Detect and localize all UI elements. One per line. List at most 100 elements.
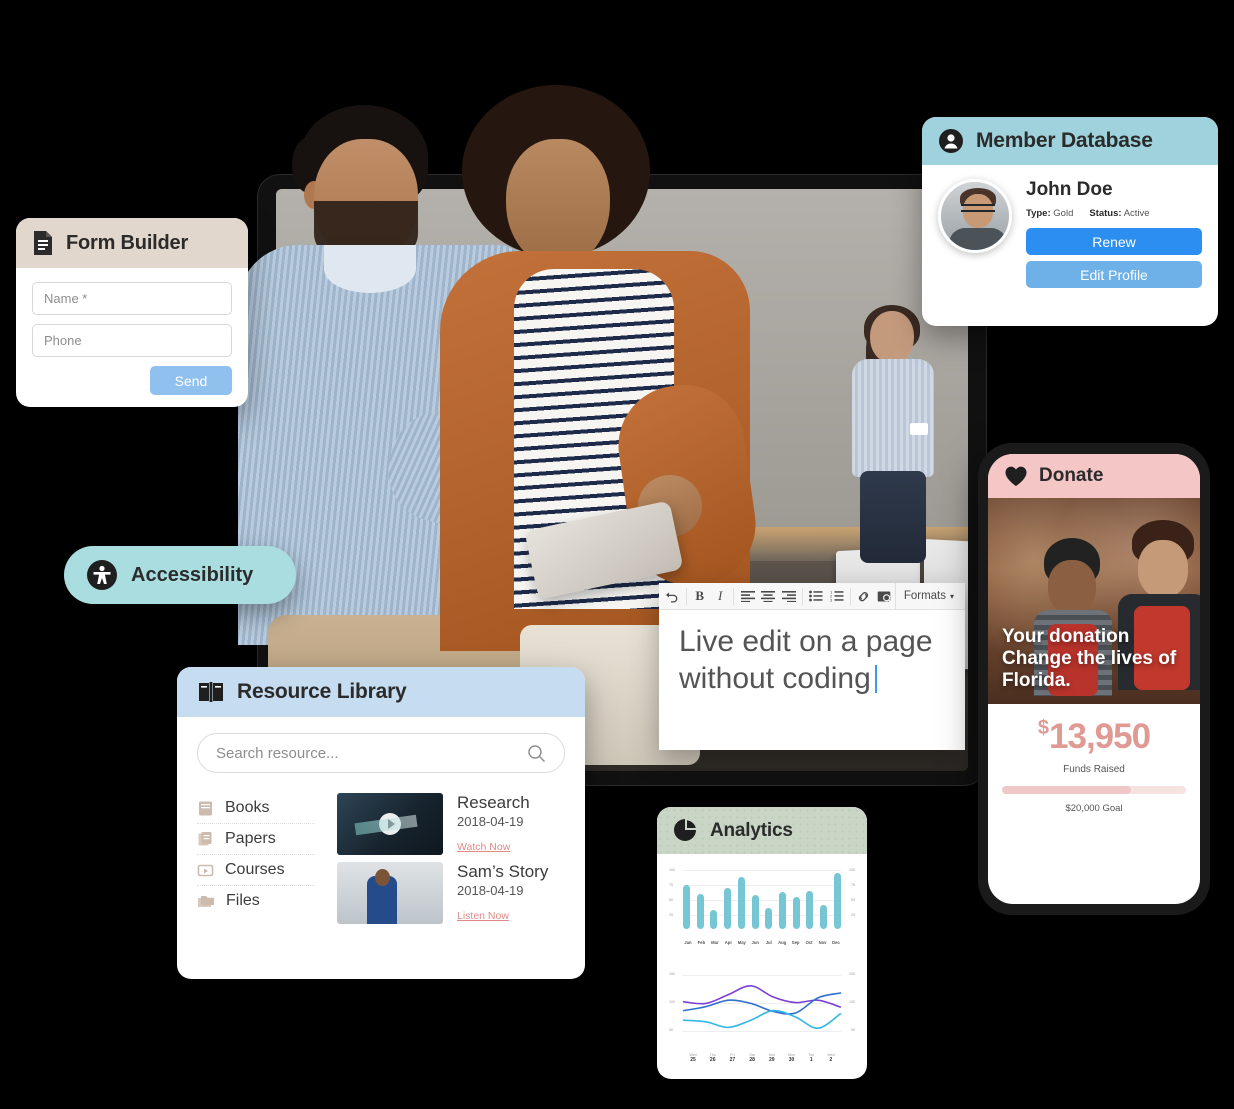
bar — [751, 894, 759, 929]
analytics-header: Analytics — [657, 807, 867, 854]
listen-now-link[interactable]: Listen Now — [457, 910, 509, 922]
edit-profile-button[interactable]: Edit Profile — [1026, 261, 1202, 288]
category-courses[interactable]: Courses — [197, 855, 315, 886]
watch-now-link[interactable]: Watch Now — [457, 841, 510, 853]
bold-icon[interactable]: B — [689, 584, 710, 609]
member-status: Status: Active — [1089, 208, 1150, 219]
category-books[interactable]: Books — [197, 793, 315, 824]
bar — [724, 887, 732, 929]
member-type: Type: Gold — [1026, 208, 1074, 219]
search-icon[interactable] — [527, 744, 546, 763]
line-x-tick: Sat 28 — [749, 1053, 755, 1063]
bar-x-tick: Dec — [832, 940, 840, 945]
category-label: Courses — [225, 861, 285, 878]
category-papers[interactable]: Papers — [197, 824, 315, 855]
search-placeholder: Search resource... — [216, 744, 339, 762]
funds-raised-label: Funds Raised — [1063, 764, 1125, 775]
analytics-card: Analytics Jan Feb Mar Apr May Jun Jul Aug Sep Oct… — [657, 807, 867, 1079]
bar-x-tick: May — [737, 940, 746, 945]
renew-button[interactable]: Renew — [1026, 228, 1202, 255]
bar-y-tick-right: 75 — [851, 883, 855, 887]
donate-header: Donate — [988, 454, 1200, 498]
bar-y-tick-right: 100 — [849, 868, 855, 872]
phone-field[interactable]: Phone — [32, 324, 232, 357]
bar — [737, 877, 745, 929]
bar — [710, 910, 718, 929]
undo-icon[interactable] — [662, 584, 683, 609]
member-database-card: Member Database John Doe Type: Gold Stat… — [922, 117, 1218, 326]
image-icon[interactable] — [874, 584, 895, 609]
align-left-icon[interactable] — [737, 584, 758, 609]
resource-library-title: Resource Library — [237, 680, 407, 703]
line-x-tick: Mon 30 — [788, 1053, 796, 1063]
list-item[interactable]: Sam’s Story 2018-04-19 Listen Now — [337, 862, 565, 924]
bar — [792, 896, 800, 929]
link-icon[interactable] — [854, 584, 875, 609]
resource-date: 2018-04-19 — [457, 882, 524, 898]
bar — [820, 905, 828, 929]
document-icon — [32, 230, 54, 256]
donate-screen: Donate Your donation Change the lives of… — [988, 454, 1200, 904]
formats-dropdown[interactable]: Formats ▾ — [894, 582, 962, 610]
line-series — [682, 1009, 842, 1029]
line-chart: 150 100 50 150 100 50 Wed 25 Thu 26 Fri 27 Sat… — [669, 971, 855, 1063]
text-caret — [874, 664, 877, 693]
line-y-tick-right: 50 — [851, 1028, 855, 1032]
resource-meta: Research 2018-04-19 Watch Now — [457, 793, 530, 855]
send-button[interactable]: Send — [150, 366, 232, 395]
hero-composition: Form Builder Name * Phone Send Member Da… — [0, 0, 1234, 1109]
member-database-title: Member Database — [976, 129, 1153, 152]
line-y-tick: 100 — [669, 1000, 675, 1004]
member-avatar — [938, 179, 1012, 253]
editor-content-area[interactable]: Live edit on a page without coding — [659, 610, 965, 711]
member-database-body: John Doe Type: Gold Status: Active Renew… — [922, 165, 1218, 308]
category-label: Files — [226, 892, 260, 909]
bar — [696, 893, 704, 929]
resource-thumbnail[interactable] — [337, 862, 443, 924]
play-icon[interactable] — [379, 813, 401, 835]
donate-phone-device: Donate Your donation Change the lives of… — [978, 443, 1210, 915]
list-item[interactable]: Research 2018-04-19 Watch Now — [337, 793, 565, 855]
accessibility-badge[interactable]: Accessibility — [64, 546, 296, 604]
bar — [765, 908, 773, 929]
resource-thumbnail[interactable] — [337, 793, 443, 855]
book-icon — [197, 800, 214, 817]
svg-text:3: 3 — [830, 597, 833, 602]
resource-title: Sam’s Story — [457, 862, 549, 881]
rich-text-editor: B I 123 Formats ▾ Live edit on a page wi… — [659, 582, 965, 750]
align-right-icon[interactable] — [778, 584, 799, 609]
funds-raised-amount: $13,950 — [1002, 718, 1186, 754]
bar-x-tick: Feb — [697, 940, 706, 945]
category-files[interactable]: Files — [197, 886, 315, 916]
align-center-icon[interactable] — [758, 584, 779, 609]
numbered-list-icon[interactable]: 123 — [826, 584, 847, 609]
category-label: Books — [225, 799, 270, 816]
papers-icon — [197, 831, 214, 848]
pie-chart-icon — [673, 818, 698, 843]
bar-chart-x-labels: Jan Feb Mar Apr May Jun Jul Aug Sep Oct Nov Dec — [683, 940, 841, 945]
bullet-list-icon[interactable] — [806, 584, 827, 609]
bar — [779, 892, 787, 929]
form-builder-card: Form Builder Name * Phone Send — [16, 218, 248, 407]
line-y-tick: 150 — [669, 972, 675, 976]
name-field[interactable]: Name * — [32, 282, 232, 315]
line-x-tick: Tue 1 — [808, 1053, 815, 1063]
bar-x-tick: Apr — [724, 940, 732, 945]
italic-icon[interactable]: I — [710, 584, 731, 609]
line-x-tick: Wed 2 — [827, 1053, 835, 1063]
open-book-icon — [197, 680, 225, 704]
member-details: John Doe Type: Gold Status: Active Renew… — [1026, 179, 1202, 294]
line-y-tick-right: 100 — [849, 1000, 855, 1004]
resource-date: 2018-04-19 — [457, 813, 524, 829]
progress-fill — [1002, 786, 1131, 794]
line-y-tick: 50 — [669, 1028, 673, 1032]
resource-library-header: Resource Library — [177, 667, 585, 717]
bar — [806, 891, 814, 929]
search-resource-input[interactable]: Search resource... — [197, 733, 565, 773]
line-y-tick-right: 150 — [849, 972, 855, 976]
amount-value: 13,950 — [1049, 717, 1151, 756]
resource-library-card: Resource Library Search resource... Book… — [177, 667, 585, 979]
accessibility-icon — [86, 559, 118, 591]
heart-icon — [1004, 465, 1028, 487]
line-x-tick: Wed 25 — [689, 1053, 697, 1063]
